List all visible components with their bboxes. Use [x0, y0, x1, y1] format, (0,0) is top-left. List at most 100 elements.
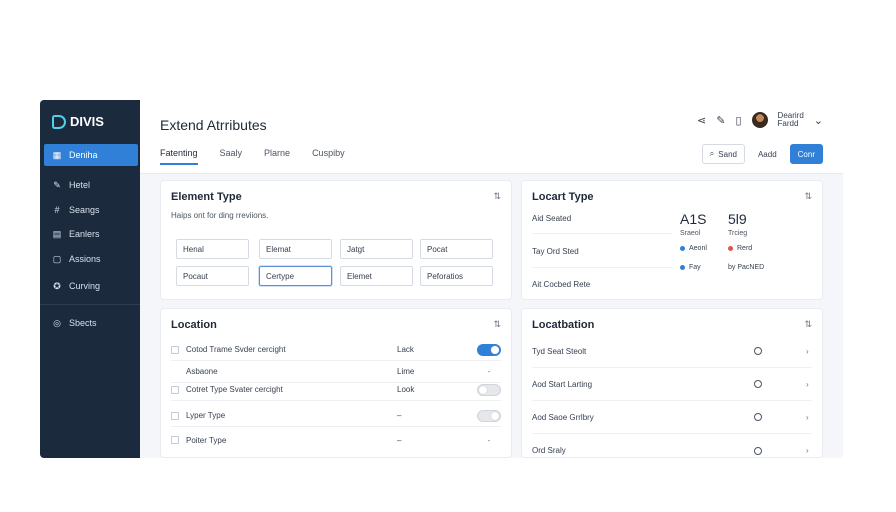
share-icon[interactable]: ⋖: [697, 114, 706, 127]
tab-saaly[interactable]: Saaly: [220, 148, 243, 165]
row-toggle[interactable]: [477, 409, 501, 422]
locatbation-card: Locatbation ⇅ Tyd Seat Steolt › Aod Star…: [521, 308, 823, 458]
legend-dot: [680, 246, 685, 251]
type-tag[interactable]: Pocaut: [176, 266, 249, 286]
legend-label: Fay: [689, 264, 701, 271]
sidebar-item-hetel[interactable]: ✎ Hetel: [44, 174, 138, 196]
page-title: Extend Atrributes: [160, 117, 267, 133]
clipboard-icon[interactable]: ▯: [735, 114, 741, 127]
sort-icon[interactable]: ⇅: [493, 319, 501, 330]
chevron-right-icon[interactable]: ›: [806, 446, 812, 455]
topbar: Extend Atrributes ⋖ ✎ ▯ Dearird Fardd ⌄ …: [140, 100, 843, 174]
user-name[interactable]: Dearird Fardd: [778, 112, 804, 128]
avatar[interactable]: [751, 112, 768, 128]
row-label: Lyper Type: [186, 411, 226, 420]
tab-plarne[interactable]: Plarne: [264, 148, 290, 165]
sidebar-item-assions[interactable]: ▢ Assions: [44, 248, 138, 270]
row-label: Aod Saoe Grrlbry: [532, 412, 594, 422]
type-tag[interactable]: Pocat: [420, 239, 493, 259]
tab-cuspiby[interactable]: Cuspiby: [312, 148, 345, 165]
location-row[interactable]: Cotret Type Svater cercight Look: [171, 379, 501, 401]
location-row[interactable]: Cotod Trame Svder cercight Lack: [171, 339, 501, 361]
radio-icon[interactable]: [754, 347, 762, 355]
row-dash: -: [487, 435, 491, 445]
sidebar-item-deniha[interactable]: ▦ Deniha: [44, 144, 138, 166]
sidebar-item-label: Assions: [69, 254, 101, 264]
sidebar-item-label: Seangs: [69, 205, 100, 215]
plugin-icon: ✪: [53, 280, 61, 291]
sidebar-item-eanlers[interactable]: ▤ Eanlers: [44, 223, 138, 245]
location-row[interactable]: Lyper Type –: [171, 405, 501, 427]
search-icon: ⌕: [709, 149, 715, 158]
sidebar-item-label: Curving: [69, 281, 101, 291]
location-row[interactable]: Poiter Type – -: [171, 429, 501, 451]
sort-icon[interactable]: ⇅: [804, 191, 812, 202]
chevron-right-icon[interactable]: ›: [806, 413, 812, 422]
locatbation-row[interactable]: Aod Start Larting ›: [532, 368, 812, 401]
radio-icon[interactable]: [754, 413, 762, 421]
user-name-line2: Fardd: [777, 119, 799, 128]
card-title: Locart Type: [532, 191, 594, 203]
type-tag[interactable]: Elemat: [259, 239, 332, 259]
type-tag[interactable]: Henal: [176, 239, 249, 259]
row-toggle[interactable]: [477, 383, 501, 396]
stat-label: Sraeol: [680, 230, 701, 237]
legend-dot: [680, 265, 685, 270]
app-window: DIVIS ▦ Deniha ✎ Hetel # Seangs ▤ Eanler…: [40, 100, 843, 458]
sidebar-item-sbects[interactable]: ◎ Sbects: [44, 312, 138, 334]
sidebar-item-seangs[interactable]: # Seangs: [44, 199, 138, 221]
tab-fatenting[interactable]: Fatenting: [160, 148, 198, 165]
toggle-knob: [479, 385, 487, 394]
row-label: Cotod Trame Svder cercight: [186, 345, 286, 354]
toggle-knob: [491, 411, 499, 420]
type-tag[interactable]: Peforatios: [420, 266, 493, 286]
divider: [532, 233, 672, 234]
sort-icon[interactable]: ⇅: [493, 191, 501, 202]
row-toggle[interactable]: [477, 343, 501, 356]
radio-icon[interactable]: [754, 446, 762, 455]
primary-button[interactable]: Conr: [789, 144, 823, 164]
type-tag[interactable]: Jatgt: [340, 239, 413, 259]
legend-item: Fay: [680, 264, 701, 271]
locart-row[interactable]: Ait Cocbed Rete: [532, 280, 732, 289]
sidebar: DIVIS ▦ Deniha ✎ Hetel # Seangs ▤ Eanler…: [40, 100, 140, 458]
card-title: Location: [171, 319, 217, 331]
row-checkbox[interactable]: [171, 385, 179, 394]
row-label: Asbaone: [186, 367, 218, 376]
sidebar-item-label: Hetel: [69, 180, 91, 190]
type-tag-selected[interactable]: Certype: [259, 266, 332, 286]
row-checkbox[interactable]: [171, 411, 179, 420]
stat-number: 5l9: [728, 211, 747, 227]
sidebar-item-label: Sbects: [69, 318, 97, 328]
top-icons: ⋖ ✎ ▯ Dearird Fardd ⌄: [697, 112, 823, 128]
locatbation-row[interactable]: Aod Saoe Grrlbry ›: [532, 401, 812, 434]
sidebar-item-label: Eanlers: [69, 229, 100, 239]
location-card: Location ⇅ Cotod Trame Svder cercight La…: [160, 308, 512, 458]
settings-icon: ◎: [53, 317, 61, 328]
row-checkbox[interactable]: [171, 436, 179, 444]
chevron-right-icon[interactable]: ›: [806, 380, 812, 389]
chevron-down-icon[interactable]: ⌄: [814, 114, 823, 127]
search-button[interactable]: ⌕ Sand: [701, 144, 745, 164]
row-label: Poiter Type: [186, 435, 227, 445]
type-tag[interactable]: Elemet: [340, 266, 413, 286]
locatbation-row[interactable]: Ord Sraly ›: [532, 434, 812, 458]
sidebar-item-curving[interactable]: ✪ Curving: [44, 275, 138, 297]
legend-item: Rerd: [728, 245, 752, 252]
chat-icon: ▢: [52, 253, 62, 264]
stat-label: Trcieg: [728, 230, 748, 237]
add-button[interactable]: Aadd: [750, 144, 784, 164]
legend-dot: [728, 246, 733, 251]
locatbation-row[interactable]: Tyd Seat Steolt ›: [532, 335, 812, 368]
brand[interactable]: DIVIS: [52, 114, 104, 129]
row-dash: -: [487, 367, 491, 376]
radio-icon[interactable]: [754, 380, 762, 388]
divider: [532, 267, 672, 268]
edit-icon[interactable]: ✎: [716, 114, 725, 127]
element-type-card: Element Type ⇅ Haips ont for ding rrevii…: [160, 180, 512, 300]
row-checkbox[interactable]: [171, 345, 179, 354]
sort-icon[interactable]: ⇅: [804, 319, 812, 330]
sidebar-divider: [40, 304, 140, 305]
chevron-right-icon[interactable]: ›: [806, 347, 812, 356]
brush-icon: ✎: [53, 179, 61, 190]
